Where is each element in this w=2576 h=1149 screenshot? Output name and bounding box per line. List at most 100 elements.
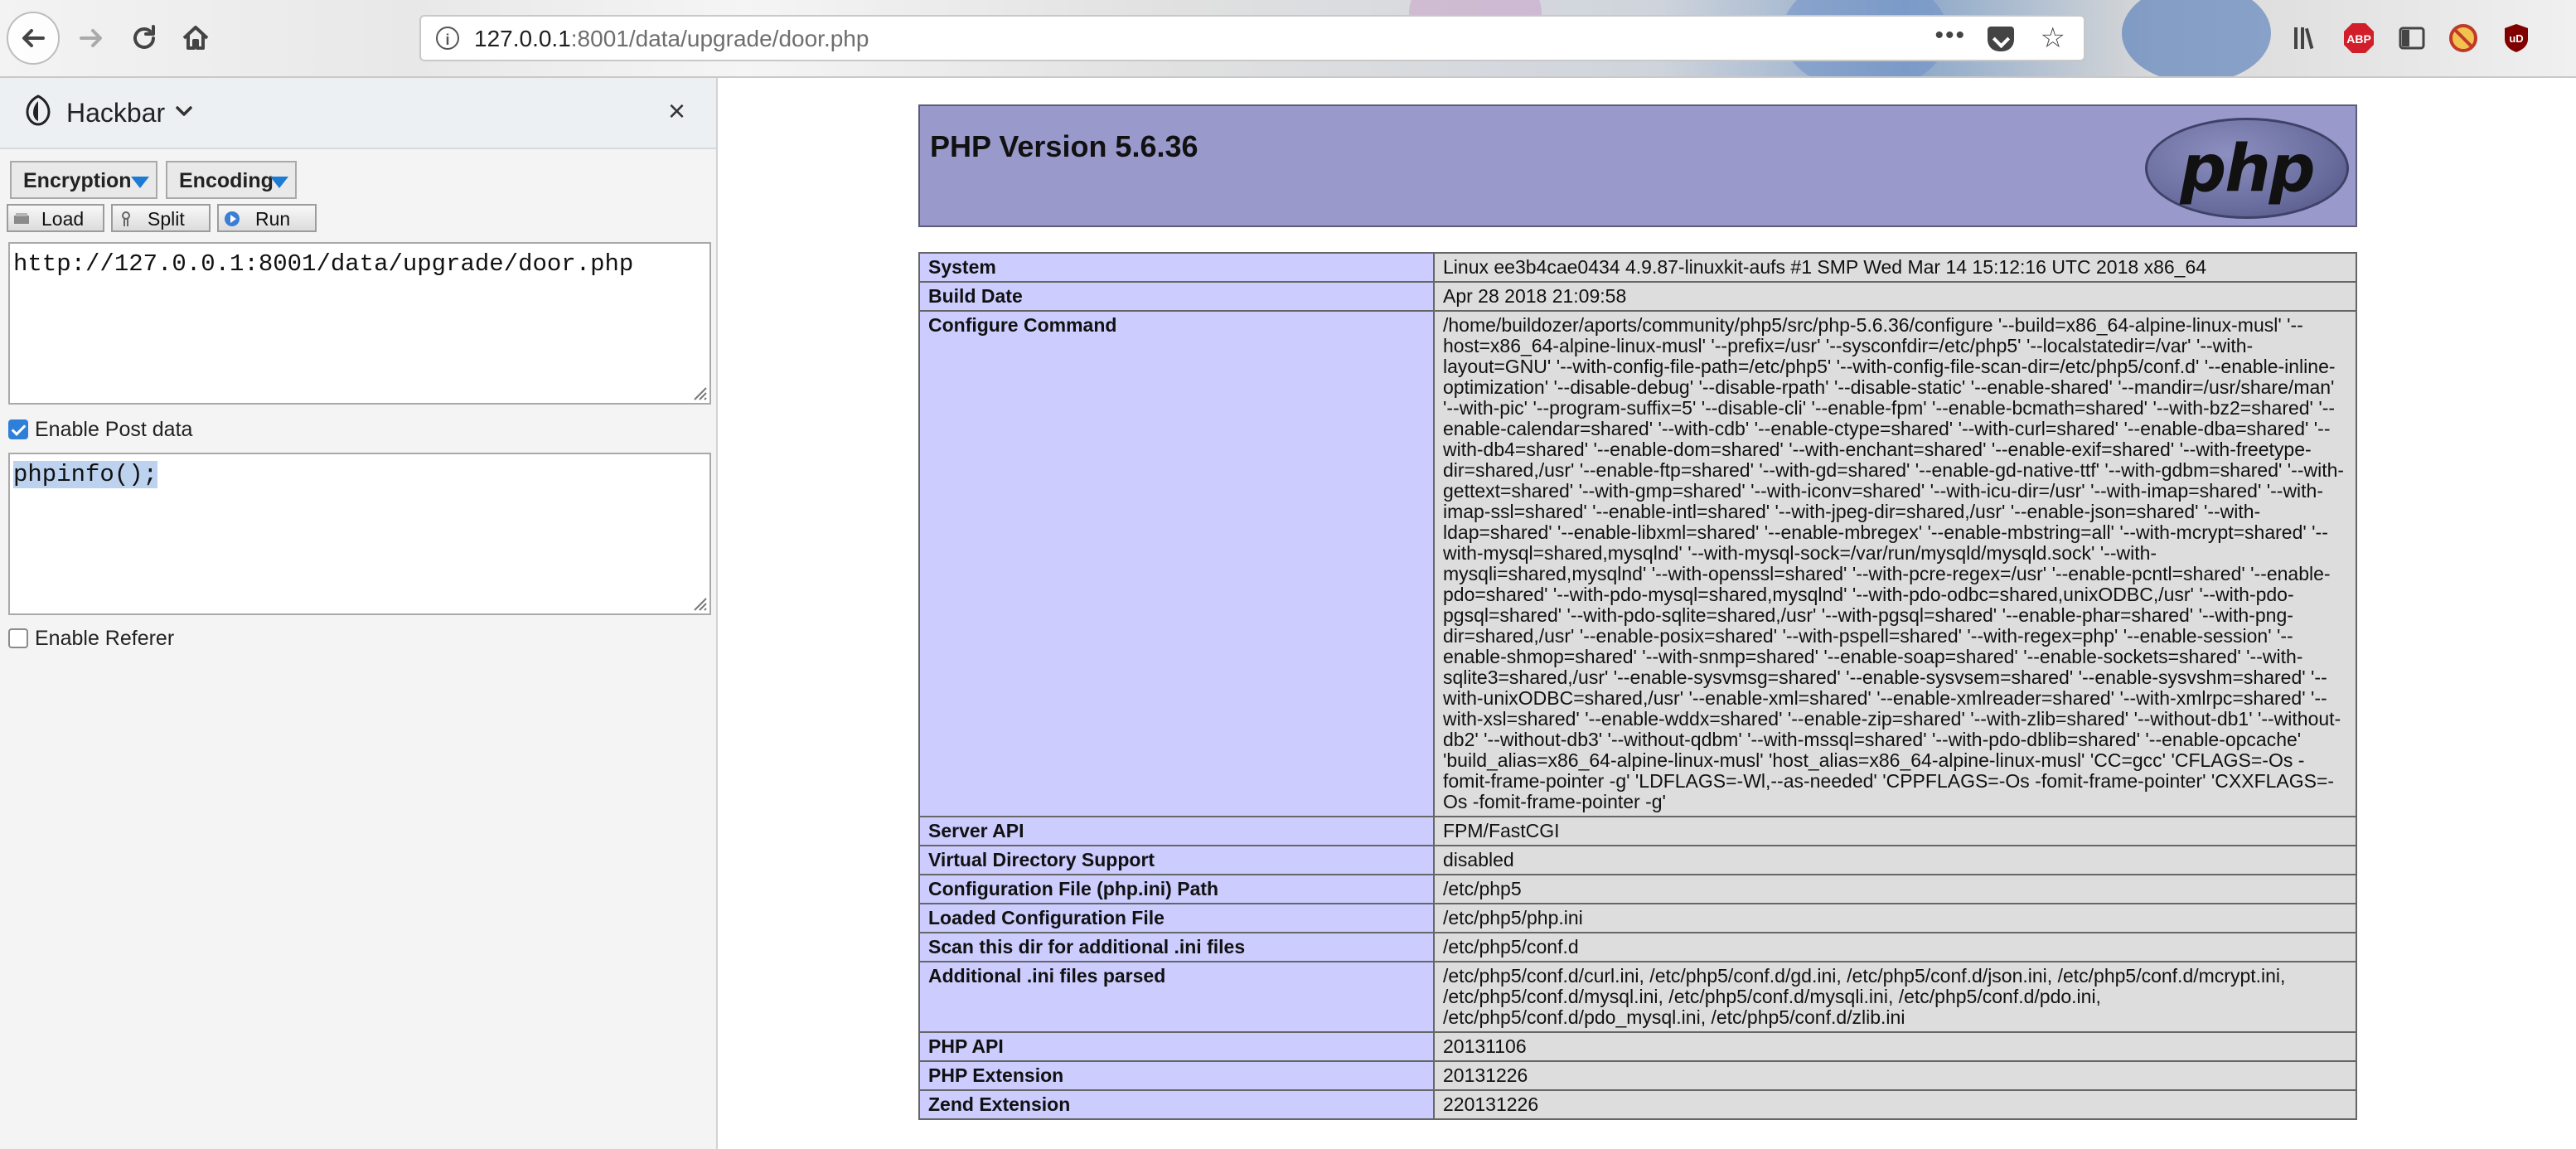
split-url-button[interactable]: Split — [111, 204, 211, 232]
encoding-label: Encoding — [179, 169, 274, 192]
theme-decoration — [2122, 0, 2271, 76]
row-key: Zend Extension — [918, 1089, 1435, 1120]
table-row: Configure Command/home/buildozer/aports/… — [918, 310, 2357, 817]
row-value: 220131226 — [1433, 1089, 2357, 1120]
load-url-button[interactable]: Load — [7, 204, 104, 232]
php-version-header: PHP Version 5.6.36 php — [918, 104, 2357, 227]
post-data-value: phpinfo(); — [13, 461, 158, 488]
encryption-dropdown[interactable]: Encryption — [10, 161, 157, 199]
run-icon — [225, 211, 240, 226]
enable-referer-checkbox[interactable] — [8, 628, 28, 648]
row-key: System — [918, 252, 1435, 283]
library-icon — [2294, 27, 2314, 50]
url-bar[interactable]: i 127.0.0.1:8001/data/upgrade/door.php •… — [419, 15, 2085, 61]
forward-arrow-icon — [80, 29, 102, 47]
table-row: Zend Extension 220131226 — [918, 1089, 2357, 1120]
table-row: System Linux ee3b4cae0434 4.9.87-linuxkit… — [918, 252, 2357, 283]
php-logo[interactable]: php — [2145, 118, 2349, 219]
split-icon — [122, 211, 130, 226]
url-textarea-value: http://127.0.0.1:8001/data/upgrade/door.… — [13, 250, 634, 278]
row-value: Apr 28 2018 21:09:58 — [1433, 281, 2357, 312]
run-button[interactable]: Run — [217, 204, 317, 232]
noscript-button[interactable] — [2447, 22, 2480, 55]
phpinfo-table: System Linux ee3b4cae0434 4.9.87-linuxkit… — [918, 252, 2357, 1120]
table-row: Loaded Configuration File/etc/php5/php.i… — [918, 903, 2357, 933]
row-value: Linux ee3b4cae0434 4.9.87-linuxkit-aufs … — [1433, 252, 2357, 283]
reload-button[interactable] — [118, 12, 171, 65]
hackbar-logo-icon — [26, 95, 51, 126]
row-key: PHP Extension — [918, 1060, 1435, 1091]
table-row: Additional .ini files parsed/etc/php5/co… — [918, 961, 2357, 1033]
row-value: FPM/FastCGI — [1433, 816, 2357, 846]
row-value: 20131106 — [1433, 1031, 2357, 1062]
info-icon[interactable]: i — [436, 27, 459, 50]
reload-icon — [133, 25, 155, 49]
dropdown-arrow-icon — [131, 177, 149, 188]
star-icon[interactable]: ☆ — [2041, 22, 2065, 55]
row-value: 20131226 — [1433, 1060, 2357, 1091]
hackbar-sidebar: Hackbar × Encryption Encoding Load Split… — [0, 78, 718, 1149]
url-path: :8001/data/upgrade/door.php — [570, 26, 869, 51]
table-row: Build Date Apr 28 2018 21:09:58 — [918, 281, 2357, 312]
enable-referer-label[interactable]: Enable Referer — [35, 627, 174, 651]
dropdown-arrow-icon — [270, 177, 288, 188]
row-key: Server API — [918, 816, 1435, 846]
split-label: Split — [148, 208, 185, 230]
svg-text:ABP: ABP — [2346, 32, 2371, 46]
url-textarea[interactable]: http://127.0.0.1:8001/data/upgrade/door.… — [8, 242, 711, 405]
browser-toolbar: i 127.0.0.1:8001/data/upgrade/door.php •… — [0, 0, 2576, 78]
pocket-icon[interactable] — [1988, 27, 2014, 51]
row-value: disabled — [1433, 845, 2357, 875]
row-key: Configuration File (php.ini) Path — [918, 874, 1435, 904]
url-text[interactable]: 127.0.0.1:8001/data/upgrade/door.php — [474, 26, 869, 52]
load-label: Load — [41, 208, 85, 230]
row-value: /etc/php5/conf.d — [1433, 932, 2357, 962]
row-key: Additional .ini files parsed — [918, 961, 1435, 1033]
row-key: Virtual Directory Support — [918, 845, 1435, 875]
adblock-button[interactable]: ABP — [2342, 22, 2375, 55]
post-data-textarea[interactable]: phpinfo(); — [8, 453, 711, 615]
home-button[interactable] — [169, 12, 222, 65]
close-sidebar-button[interactable]: × — [668, 96, 685, 126]
row-key: Loaded Configuration File — [918, 903, 1435, 933]
table-row: Server API FPM/FastCGI — [918, 816, 2357, 846]
sidebar-icon — [2399, 27, 2425, 50]
load-icon — [14, 213, 29, 224]
resize-grip-icon[interactable] — [690, 383, 708, 401]
php-version-title: PHP Version 5.6.36 — [930, 129, 1198, 163]
page-content: PHP Version 5.6.36 php System Linux ee3b4… — [718, 78, 2576, 1149]
table-row: Configuration File (php.ini) Path/etc/ph… — [918, 874, 2357, 904]
forward-button[interactable] — [65, 12, 118, 65]
row-key: Configure Command — [918, 310, 1435, 817]
library-button[interactable] — [2289, 22, 2322, 55]
table-row: Virtual Directory Support disabled — [918, 845, 2357, 875]
sidebar-toggle-button[interactable] — [2395, 22, 2428, 55]
enable-post-checkbox[interactable] — [8, 419, 28, 439]
row-key: PHP API — [918, 1031, 1435, 1062]
row-value: /etc/php5/conf.d/curl.ini, /etc/php5/con… — [1433, 961, 2357, 1033]
page-actions-menu[interactable]: ••• — [1934, 22, 1966, 50]
noscript-icon — [2449, 24, 2477, 52]
url-host: 127.0.0.1 — [474, 26, 571, 51]
encryption-label: Encryption — [23, 169, 132, 192]
row-value: /etc/php5 — [1433, 874, 2357, 904]
row-key: Build Date — [918, 281, 1435, 312]
php-logo-text: php — [2180, 132, 2315, 206]
encoding-dropdown[interactable]: Encoding — [166, 161, 297, 199]
resize-grip-icon[interactable] — [690, 594, 708, 612]
ublock-icon: uD — [2505, 24, 2528, 52]
svg-text:uD: uD — [2509, 32, 2523, 45]
enable-post-label[interactable]: Enable Post data — [35, 418, 192, 442]
back-button[interactable] — [7, 12, 60, 65]
table-row: PHP Extension 20131226 — [918, 1060, 2357, 1091]
row-key: Scan this dir for additional .ini files — [918, 932, 1435, 962]
chevron-down-icon[interactable] — [174, 101, 194, 121]
adblock-icon: ABP — [2344, 23, 2374, 53]
row-value: /home/buildozer/aports/community/php5/sr… — [1433, 310, 2357, 817]
table-row: PHP API 20131106 — [918, 1031, 2357, 1062]
back-arrow-icon — [22, 29, 45, 47]
ublock-button[interactable]: uD — [2500, 22, 2533, 55]
sidebar-title[interactable]: Hackbar — [66, 98, 165, 128]
sidebar-header: Hackbar × — [0, 78, 716, 149]
run-label: Run — [255, 208, 291, 230]
